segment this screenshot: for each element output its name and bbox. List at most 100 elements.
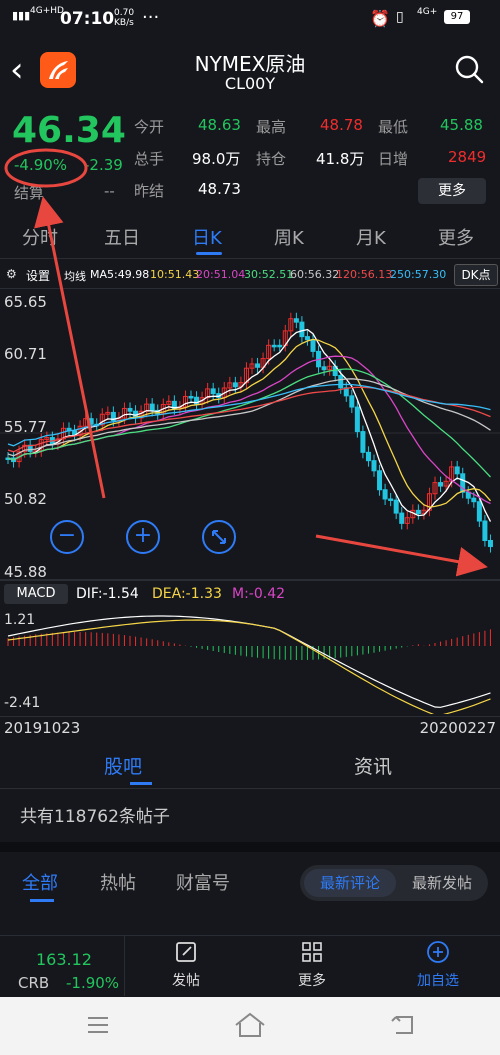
vibrate-icon: ▯: [396, 9, 404, 25]
page-title: NYMEX原油: [194, 52, 306, 76]
low-value: 45.88: [440, 116, 483, 134]
tab-guba[interactable]: 股吧: [104, 752, 142, 779]
tab-hot[interactable]: 热帖: [100, 869, 136, 895]
more-nav-label: 更多: [298, 973, 326, 989]
menu-icon[interactable]: [86, 1015, 110, 1035]
signal-icon: ▮▮▮: [12, 9, 31, 22]
quote-panel: 46.34 -4.90% -2.39 结算 -- 今开 48.63 最高 48.…: [0, 110, 500, 210]
settings-icon[interactable]: ⚙: [6, 267, 17, 281]
status-bar: ▮▮▮ 4G+HD 07:10 0.70 KB/s ··· ⏰ ▯ 4G+ 97: [0, 0, 500, 36]
more-nav-button[interactable]: 更多: [272, 940, 352, 990]
last-price: 46.34: [12, 110, 126, 151]
tab-all[interactable]: 全部: [22, 869, 58, 895]
ma5: MA5:49.98: [90, 268, 150, 281]
home-icon[interactable]: [234, 1011, 266, 1039]
volume-label: 总手: [134, 150, 165, 168]
tab-daily-k[interactable]: 日K: [192, 224, 222, 250]
daily-value: 2849: [448, 148, 487, 166]
ma30: 30:52.51: [244, 268, 294, 281]
sort-toggle: 最新评论 最新发帖: [300, 865, 488, 901]
period-tabs: 分时 五日 日K 周K 月K 更多: [0, 214, 500, 259]
all-indicator: [30, 899, 54, 902]
daily-label: 日增: [378, 150, 409, 168]
post-label: 发帖: [172, 973, 200, 989]
sort-latest-post[interactable]: 最新发帖: [396, 869, 488, 897]
system-nav-bar: [0, 997, 500, 1055]
oi-label: 持仓: [256, 150, 287, 168]
battery-icon: 97: [444, 10, 470, 24]
open-label: 今开: [134, 118, 165, 136]
active-tab-indicator: [196, 252, 222, 255]
high-label: 最高: [256, 118, 287, 136]
open-value: 48.63: [198, 116, 241, 134]
crb-value: 163.12: [36, 950, 92, 969]
ma120: 120:56.13: [336, 268, 393, 281]
tab-more[interactable]: 更多: [438, 224, 474, 250]
high-value: 48.78: [320, 116, 363, 134]
back-nav-icon[interactable]: [390, 1013, 416, 1037]
ma60: 60:56.32: [290, 268, 340, 281]
axis-label-3: 55.77: [4, 418, 47, 436]
zoom-in-icon[interactable]: +: [126, 520, 160, 554]
volume-value: 98.0万: [192, 150, 241, 168]
post-count-text: 共有118762条帖子: [20, 807, 170, 827]
macd-chart[interactable]: [0, 606, 500, 714]
low-label: 最低: [378, 118, 409, 136]
prev-value: 48.73: [198, 180, 241, 198]
settings-label[interactable]: 设置: [26, 267, 50, 284]
prev-label: 昨结: [134, 182, 165, 200]
ma-bar: ⚙ 设置 均线 MA5:49.98 10:51.43 20:51.04 30:5…: [0, 262, 500, 288]
axis-label-top: 65.65: [4, 293, 47, 311]
add-circle-icon: [427, 941, 449, 963]
clock: 07:10: [60, 9, 115, 29]
ma20: 20:51.04: [196, 268, 246, 281]
top-bar: ‹ NYMEX原油 CL00Y: [0, 36, 500, 106]
alarm-icon: ⏰: [370, 9, 390, 28]
ma-label: 均线: [64, 270, 86, 283]
macd-bar: MACD DIF:-1.54 DEA:-1.33 M:-0.42: [0, 580, 500, 607]
tab-five-day[interactable]: 五日: [104, 224, 140, 250]
sort-latest-comment[interactable]: 最新评论: [304, 869, 396, 897]
fullscreen-icon[interactable]: [202, 520, 236, 554]
macd-dif: DIF:-1.54: [76, 586, 139, 602]
dk-button[interactable]: DK点: [454, 264, 498, 286]
tab-fortune[interactable]: 财富号: [176, 869, 230, 895]
axis-label-bottom: 45.88: [4, 563, 47, 581]
grid-icon: [302, 942, 322, 962]
post-count: 共有118762条帖子: [0, 790, 500, 840]
tab-weekly-k[interactable]: 周K: [274, 224, 304, 250]
ma10: 10:51.43: [150, 268, 200, 281]
bottom-nav: 163.12 CRB -1.90% 发帖 更多 加自选: [0, 935, 500, 996]
macd-axis-bottom: -2.41: [4, 695, 41, 711]
axis-label-4: 50.82: [4, 490, 47, 508]
date-end: 20200227: [419, 719, 496, 737]
macd-m: M:-0.42: [232, 586, 286, 602]
date-start: 20191023: [4, 719, 81, 737]
dots: ···: [142, 7, 160, 28]
add-watchlist-button[interactable]: 加自选: [398, 940, 478, 990]
edit-icon: [176, 942, 196, 962]
post-button[interactable]: 发帖: [146, 940, 226, 990]
macd-button[interactable]: MACD: [4, 584, 68, 604]
crb-widget[interactable]: 163.12 CRB -1.90%: [0, 936, 125, 996]
add-watchlist-label: 加自选: [417, 973, 459, 989]
zoom-out-icon[interactable]: −: [50, 520, 84, 554]
tab-monthly-k[interactable]: 月K: [356, 224, 386, 250]
axis-label-2: 60.71: [4, 345, 47, 363]
ma250: 250:57.30: [390, 268, 447, 281]
macd-axis-top: 1.21: [4, 612, 36, 628]
guba-indicator: [130, 782, 152, 785]
macd-dea: DEA:-1.33: [152, 586, 222, 602]
tab-intraday[interactable]: 分时: [22, 224, 58, 250]
divider: [0, 842, 500, 852]
oi-value: 41.8万: [316, 150, 365, 168]
crb-label: CRB: [18, 974, 50, 992]
crb-change: -1.90%: [66, 974, 120, 992]
annotation-circle: [4, 148, 88, 188]
tab-news[interactable]: 资讯: [354, 752, 392, 779]
more-quote-button[interactable]: 更多: [418, 178, 486, 204]
contract-code: CL00Y: [224, 74, 276, 93]
search-icon[interactable]: [452, 52, 486, 86]
post-filter-tabs: 全部 热帖 财富号 最新评论 最新发帖: [0, 855, 500, 905]
net-speed: 0.70 KB/s: [114, 8, 135, 28]
